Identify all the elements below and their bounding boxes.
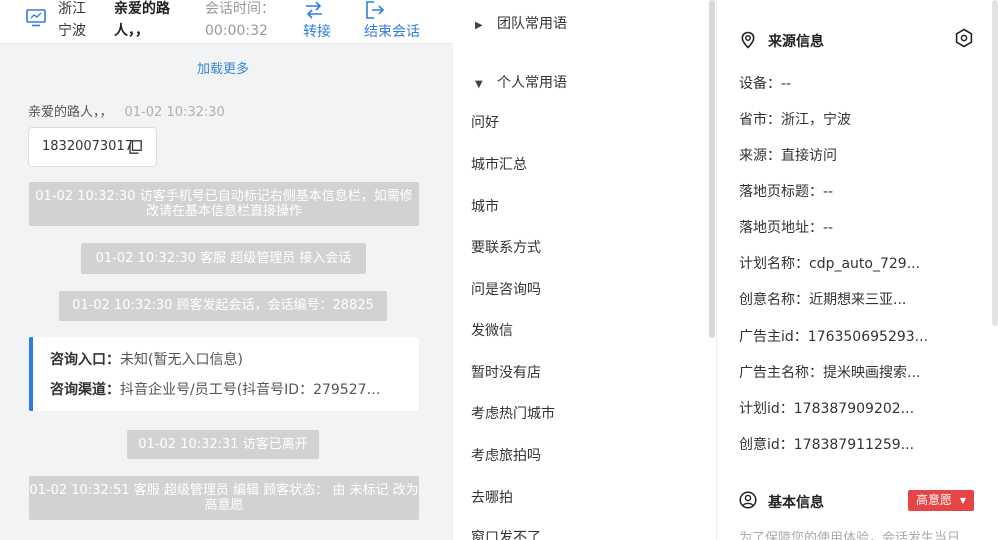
- transfer-label: 转接: [303, 24, 331, 40]
- system-message: 01-02 10:32:51 客服 超级管理员 编辑 顾客状态： 由 未标记 改…: [29, 476, 419, 520]
- info-device: 设备：--: [739, 76, 792, 92]
- personal-phrases-group[interactable]: ▼ 个人常用语: [475, 72, 567, 92]
- visitor-info-panel: 来源信息 设备：-- 省市：浙江，宁波 来源：直接访问 落地页标题：-- 落地页…: [718, 0, 998, 540]
- info-scrollbar[interactable]: [992, 0, 998, 326]
- info-province-city: 省市：浙江，宁波: [739, 112, 851, 128]
- end-session-label: 结束会话: [364, 24, 420, 40]
- info-creative-id: 创意id：178387911259...: [739, 437, 915, 453]
- system-message: 01-02 10:32:30 客服 超级管理员 接入会话: [81, 243, 366, 274]
- location-pin-icon: [741, 31, 755, 49]
- channel-value: 抖音企业号/员工号(抖音号ID：279527…: [120, 382, 381, 398]
- entry-value: 未知(暂无入口信息): [120, 352, 243, 368]
- transfer-button[interactable]: 转接: [303, 0, 331, 41]
- info-advertiser-name: 广告主名称：提米映画搜索...: [739, 365, 921, 381]
- phrase-item[interactable]: 城市汇总: [471, 154, 527, 174]
- phrases-scrollbar[interactable]: [709, 0, 715, 338]
- info-landing-title: 落地页标题：--: [739, 184, 834, 200]
- monitor-icon: [26, 9, 46, 27]
- basic-info-title: 基本信息: [768, 495, 824, 511]
- phrase-item[interactable]: 问好: [471, 112, 499, 132]
- channel-label: 咨询渠道：: [50, 382, 120, 398]
- session-time-value: 00:00:32: [205, 23, 268, 39]
- load-more-link[interactable]: 加载更多: [0, 58, 446, 77]
- phrase-item[interactable]: 城市: [471, 196, 499, 216]
- sender-name: 亲爱的路人，，: [28, 105, 113, 120]
- info-footnote: 为了保障您的使用体验，会话发生当日: [739, 531, 961, 540]
- personal-phrases-label: 个人常用语: [497, 75, 567, 91]
- team-phrases-label: 团队常用语: [497, 16, 567, 32]
- phone-number: 18320073017: [42, 139, 133, 154]
- info-creative-name: 创意名称：近期想来三亚...: [739, 292, 907, 308]
- system-message: 01-02 10:32:30 访客手机号已自动标记右侧基本信息栏，如需修改请在基…: [29, 182, 419, 226]
- entry-label: 咨询入口：: [50, 352, 120, 368]
- info-plan-id: 计划id：178387909202...: [739, 401, 915, 417]
- caret-right-icon: ▶: [475, 20, 483, 31]
- session-time-label: 会话时间：: [205, 1, 275, 17]
- phrase-item[interactable]: 考虑旅拍吗: [471, 445, 541, 465]
- source-info-title: 来源信息: [768, 34, 824, 50]
- visitor-name: 亲爱的路人，，: [114, 1, 170, 39]
- info-source: 来源：直接访问: [739, 148, 837, 164]
- user-circle-icon: [739, 491, 757, 509]
- phrase-item[interactable]: 考虑热门城市: [471, 403, 555, 423]
- consult-entry-row: 咨询入口：未知(暂无入口信息): [50, 349, 400, 369]
- phrase-item[interactable]: 暂时没有店: [471, 362, 541, 382]
- chat-header: 浙江宁波 亲爱的路人，， 会话时间： 00:00:32 转接 结束会话: [0, 0, 453, 44]
- settings-hex-icon[interactable]: [954, 28, 974, 48]
- visitor-location: 浙江宁波: [58, 1, 86, 39]
- info-advertiser-id: 广告主id：176350695293...: [739, 329, 929, 345]
- caret-down-icon: ▼: [959, 496, 966, 505]
- system-message: 01-02 10:32:31 访客已离开: [127, 430, 319, 459]
- chat-panel: 浙江宁波 亲爱的路人，， 会话时间： 00:00:32 转接 结束会话 加载更多…: [0, 0, 453, 540]
- logout-icon: [366, 1, 385, 19]
- phrase-item[interactable]: 发微信: [471, 320, 513, 340]
- team-phrases-group[interactable]: ▶ 团队常用语: [475, 13, 567, 33]
- consult-entry-card: 咨询入口：未知(暂无入口信息) 咨询渠道：抖音企业号/员工号(抖音号ID：279…: [29, 337, 419, 411]
- consult-channel-row: 咨询渠道：抖音企业号/员工号(抖音号ID：279527…: [50, 379, 400, 399]
- phrase-item[interactable]: 去哪拍: [471, 487, 513, 507]
- phone-message-bubble: 18320073017: [28, 127, 157, 167]
- system-message: 01-02 10:32:30 顾客发起会话，会话编号：28825: [59, 291, 387, 321]
- phrase-item[interactable]: 要联系方式: [471, 237, 541, 257]
- message-timestamp: 01-02 10:32:30: [124, 105, 225, 120]
- intent-status-label: 高意愿: [916, 493, 953, 507]
- message-sender: 亲爱的路人，， 01-02 10:32:30: [28, 101, 225, 120]
- phrase-item[interactable]: 窗口发不了: [471, 527, 541, 540]
- phrase-item[interactable]: 问是咨询吗: [471, 279, 541, 299]
- intent-status-badge[interactable]: 高意愿 ▼: [908, 490, 974, 511]
- caret-down-icon: ▼: [475, 79, 483, 90]
- info-landing-url: 落地页地址：--: [739, 220, 834, 236]
- copy-icon[interactable]: [129, 140, 142, 154]
- end-session-button[interactable]: 结束会话: [364, 0, 420, 41]
- info-plan-name: 计划名称：cdp_auto_729...: [739, 256, 921, 272]
- transfer-icon: [306, 1, 322, 19]
- quick-phrases-panel: ▶ 团队常用语 ▼ 个人常用语 问好 城市汇总 城市 要联系方式 问是咨询吗 发微信…: [453, 0, 717, 540]
